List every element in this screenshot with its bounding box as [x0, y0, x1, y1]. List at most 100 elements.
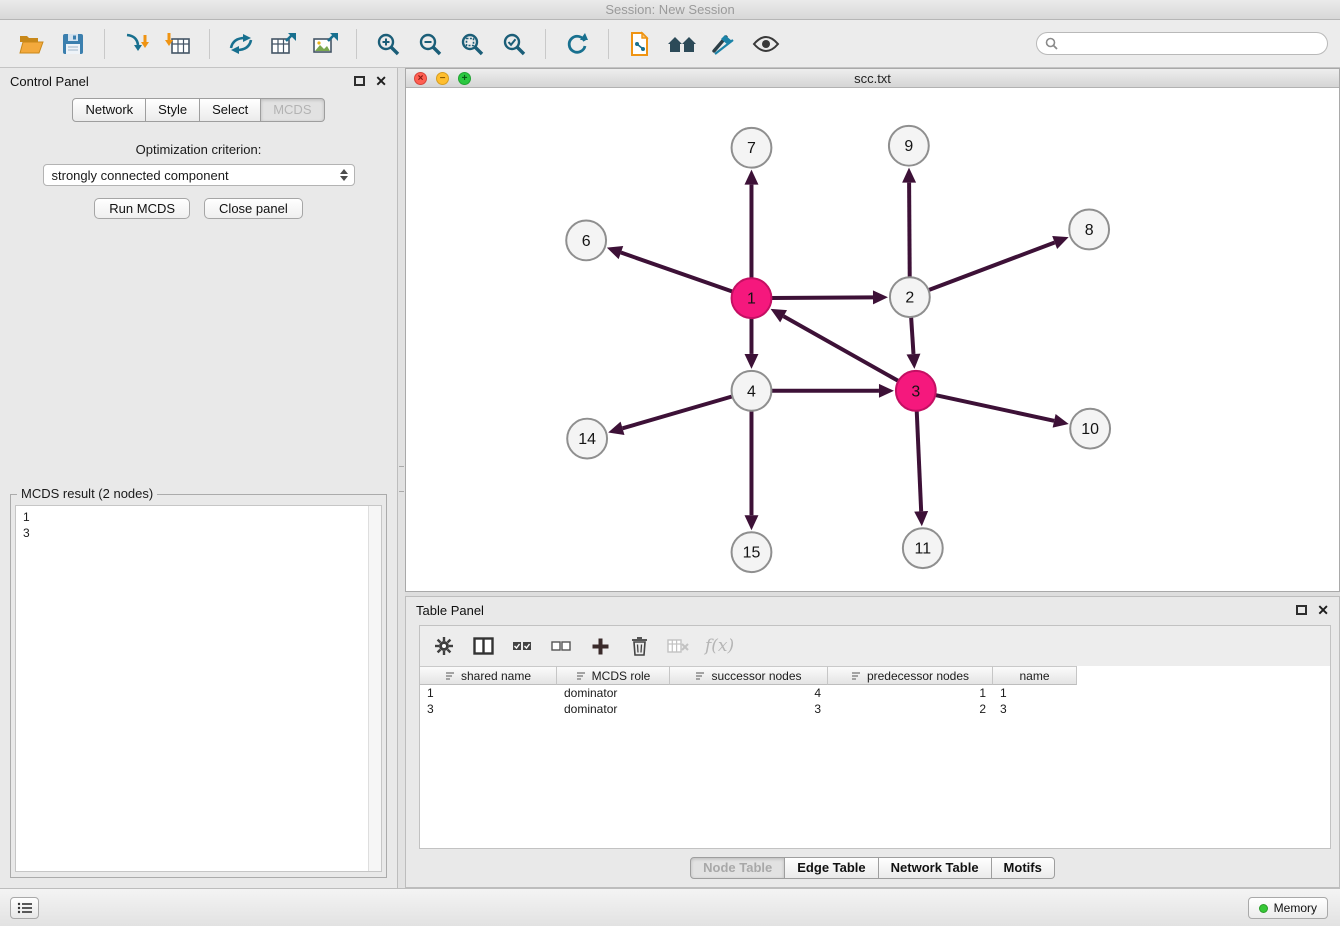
graph-node-15[interactable]: 15: [732, 532, 772, 572]
graph-edge-3-1[interactable]: [784, 316, 899, 381]
table-cell[interactable]: 4: [670, 686, 828, 700]
graph-node-3[interactable]: 3: [896, 371, 936, 411]
graph-edge-1-6[interactable]: [621, 253, 733, 292]
memory-status-icon: [1259, 904, 1268, 913]
table-cell[interactable]: dominator: [557, 686, 670, 700]
vertical-splitter[interactable]: [398, 68, 405, 888]
open-session-button[interactable]: [12, 26, 50, 62]
tab-network[interactable]: Network: [72, 98, 146, 122]
add-column-button[interactable]: [588, 634, 612, 658]
search-input[interactable]: [1063, 37, 1319, 51]
apply-style-button[interactable]: [705, 26, 743, 62]
network-canvas[interactable]: 7 9 6 8 1 2 4 3 14 10 15 11: [406, 88, 1339, 591]
graph-node-2[interactable]: 2: [890, 277, 930, 317]
save-session-button[interactable]: [54, 26, 92, 62]
zoom-fit-button[interactable]: [453, 26, 491, 62]
tab-node-table[interactable]: Node Table: [690, 857, 785, 879]
table-cell[interactable]: 1: [993, 686, 1077, 700]
table-container: f(x) shared name: [419, 625, 1331, 849]
sort-icon: [445, 671, 456, 681]
select-all-icon: [512, 640, 532, 652]
close-window-icon[interactable]: ×: [414, 72, 427, 85]
graph-edge-2-3[interactable]: [911, 317, 913, 354]
tab-mcds[interactable]: MCDS: [261, 98, 324, 122]
graph-node-9[interactable]: 9: [889, 126, 929, 166]
tab-select[interactable]: Select: [200, 98, 261, 122]
network-arrows-button[interactable]: [222, 26, 260, 62]
zoom-in-button[interactable]: [369, 26, 407, 62]
graph-node-11[interactable]: 11: [903, 528, 943, 568]
home-button[interactable]: [663, 26, 701, 62]
close-panel-button[interactable]: Close panel: [204, 198, 303, 219]
search-box[interactable]: [1036, 32, 1328, 55]
table-cell[interactable]: dominator: [557, 702, 670, 716]
tab-style[interactable]: Style: [146, 98, 200, 122]
graph-node-6[interactable]: 6: [566, 220, 606, 260]
control-panel-header: Control Panel ✕: [0, 68, 397, 94]
optimization-criterion-select[interactable]: strongly connected component: [43, 164, 355, 186]
column-header-name[interactable]: name: [993, 666, 1077, 685]
export-table-button[interactable]: [264, 26, 302, 62]
table-tabs: Node Table Edge Table Network Table Moti…: [406, 857, 1339, 879]
select-all-button[interactable]: [510, 634, 534, 658]
import-network-button[interactable]: [117, 26, 155, 62]
tab-network-table[interactable]: Network Table: [879, 857, 992, 879]
delete-column-button[interactable]: [627, 634, 651, 658]
column-header-successor-nodes[interactable]: successor nodes: [670, 666, 828, 685]
svg-text:7: 7: [747, 140, 756, 157]
graph-edge-4-14[interactable]: [623, 396, 733, 428]
column-header-mcds-role[interactable]: MCDS role: [557, 666, 670, 685]
table-cell[interactable]: 3: [993, 702, 1077, 716]
graph-node-14[interactable]: 14: [567, 419, 607, 459]
tab-edge-table[interactable]: Edge Table: [785, 857, 878, 879]
graph-edge-2-8[interactable]: [928, 242, 1054, 290]
graph-edge-arrow: [873, 290, 888, 304]
table-row[interactable]: 3dominator323: [420, 701, 1330, 717]
graph-node-10[interactable]: 10: [1070, 409, 1110, 449]
graph-edge-2-9[interactable]: [909, 183, 910, 278]
show-hide-button[interactable]: [747, 26, 785, 62]
network-window-titlebar: × − + scc.txt: [406, 69, 1339, 88]
graph-edge-3-11[interactable]: [917, 411, 921, 512]
float-panel-icon[interactable]: [354, 76, 365, 86]
result-scrollbar[interactable]: [368, 506, 381, 871]
column-header-shared-name[interactable]: shared name: [420, 666, 557, 685]
show-columns-button[interactable]: [471, 634, 495, 658]
table-cell[interactable]: 1: [420, 686, 557, 700]
table-cell[interactable]: 3: [670, 702, 828, 716]
table-panel-title: Table Panel: [416, 603, 484, 618]
graph-edge-1-2[interactable]: [771, 297, 873, 298]
table-cell[interactable]: 2: [828, 702, 993, 716]
refresh-button[interactable]: [558, 26, 596, 62]
deselect-all-button[interactable]: [549, 634, 573, 658]
show-task-history-button[interactable]: [10, 897, 39, 919]
close-table-panel-icon[interactable]: ✕: [1317, 603, 1329, 617]
table-cell[interactable]: 3: [420, 702, 557, 716]
tab-motifs[interactable]: Motifs: [992, 857, 1055, 879]
graph-node-8[interactable]: 8: [1069, 210, 1109, 250]
close-panel-icon[interactable]: ✕: [375, 74, 387, 88]
memory-button[interactable]: Memory: [1248, 897, 1328, 919]
zoom-selected-button[interactable]: [495, 26, 533, 62]
graph-edge-3-10[interactable]: [935, 395, 1054, 421]
float-table-panel-icon[interactable]: [1296, 605, 1307, 615]
mcds-result-list[interactable]: 1 3: [15, 505, 382, 872]
zoom-window-icon[interactable]: +: [458, 72, 471, 85]
save-icon: [61, 32, 85, 56]
new-network-from-selection-button[interactable]: [621, 26, 659, 62]
table-cell[interactable]: 1: [828, 686, 993, 700]
import-table-button[interactable]: [159, 26, 197, 62]
zoom-out-button[interactable]: [411, 26, 449, 62]
graph-node-4[interactable]: 4: [732, 371, 772, 411]
network-graph[interactable]: 7 9 6 8 1 2 4 3 14 10 15 11: [406, 88, 1339, 591]
table-toolbar: f(x): [420, 626, 1330, 666]
table-row[interactable]: 1dominator411: [420, 685, 1330, 701]
run-mcds-button[interactable]: Run MCDS: [94, 198, 190, 219]
select-stepper-icon[interactable]: [340, 169, 354, 181]
column-header-predecessor-nodes[interactable]: predecessor nodes: [828, 666, 993, 685]
graph-node-1[interactable]: 1: [732, 278, 772, 318]
table-settings-button[interactable]: [432, 634, 456, 658]
minimize-window-icon[interactable]: −: [436, 72, 449, 85]
graph-node-7[interactable]: 7: [732, 128, 772, 168]
export-image-button[interactable]: [306, 26, 344, 62]
